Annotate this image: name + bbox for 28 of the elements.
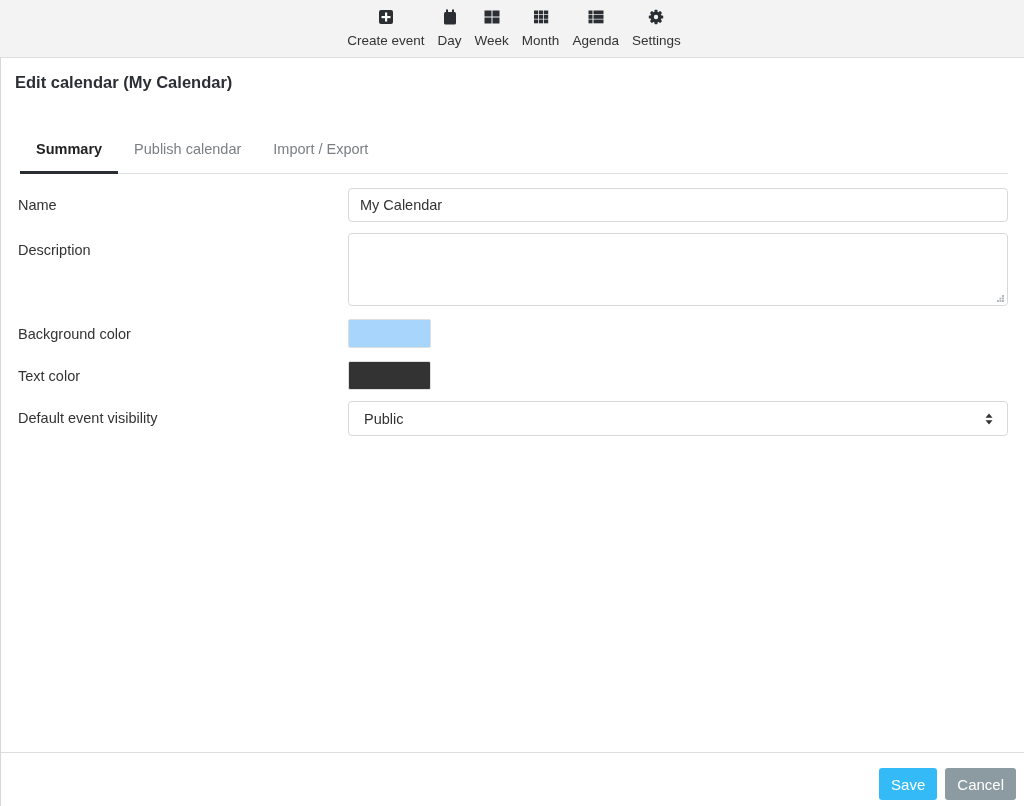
field-label: Default event visibility xyxy=(18,409,159,426)
visibility-select[interactable]: Public xyxy=(348,401,1008,436)
tab[interactable]: Import / Export xyxy=(257,131,385,174)
field-label: Text color xyxy=(18,367,82,384)
tab[interactable]: Publish calendar xyxy=(118,131,258,174)
list-icon xyxy=(587,9,604,25)
plus-square-icon xyxy=(377,9,394,25)
tab[interactable]: Summary xyxy=(20,131,119,174)
calendar-icon xyxy=(441,9,458,25)
grid-icon xyxy=(532,9,549,25)
toolbar-button[interactable]: Agenda xyxy=(565,0,626,48)
field-label: Description xyxy=(18,241,92,258)
resize-grip-icon[interactable] xyxy=(997,295,1004,302)
field-label: Background color xyxy=(18,325,132,342)
toolbar-button[interactable]: Create event xyxy=(340,0,432,48)
toolbar-button[interactable]: Settings xyxy=(625,0,688,48)
page-title: Edit calendar (My Calendar) xyxy=(15,72,234,92)
description-field[interactable] xyxy=(348,233,1008,306)
toolbar-button[interactable]: Day xyxy=(431,0,469,48)
toolbar-button[interactable]: Week xyxy=(468,0,516,48)
grid-icon xyxy=(483,9,500,25)
name-field[interactable]: My Calendar xyxy=(348,188,1008,222)
color-swatch[interactable] xyxy=(348,361,431,390)
settings-icon xyxy=(648,9,665,25)
field-label: Name xyxy=(18,196,58,213)
toolbar-button[interactable]: Month xyxy=(515,0,566,48)
color-swatch[interactable] xyxy=(348,319,431,348)
sort-icon xyxy=(985,412,993,425)
